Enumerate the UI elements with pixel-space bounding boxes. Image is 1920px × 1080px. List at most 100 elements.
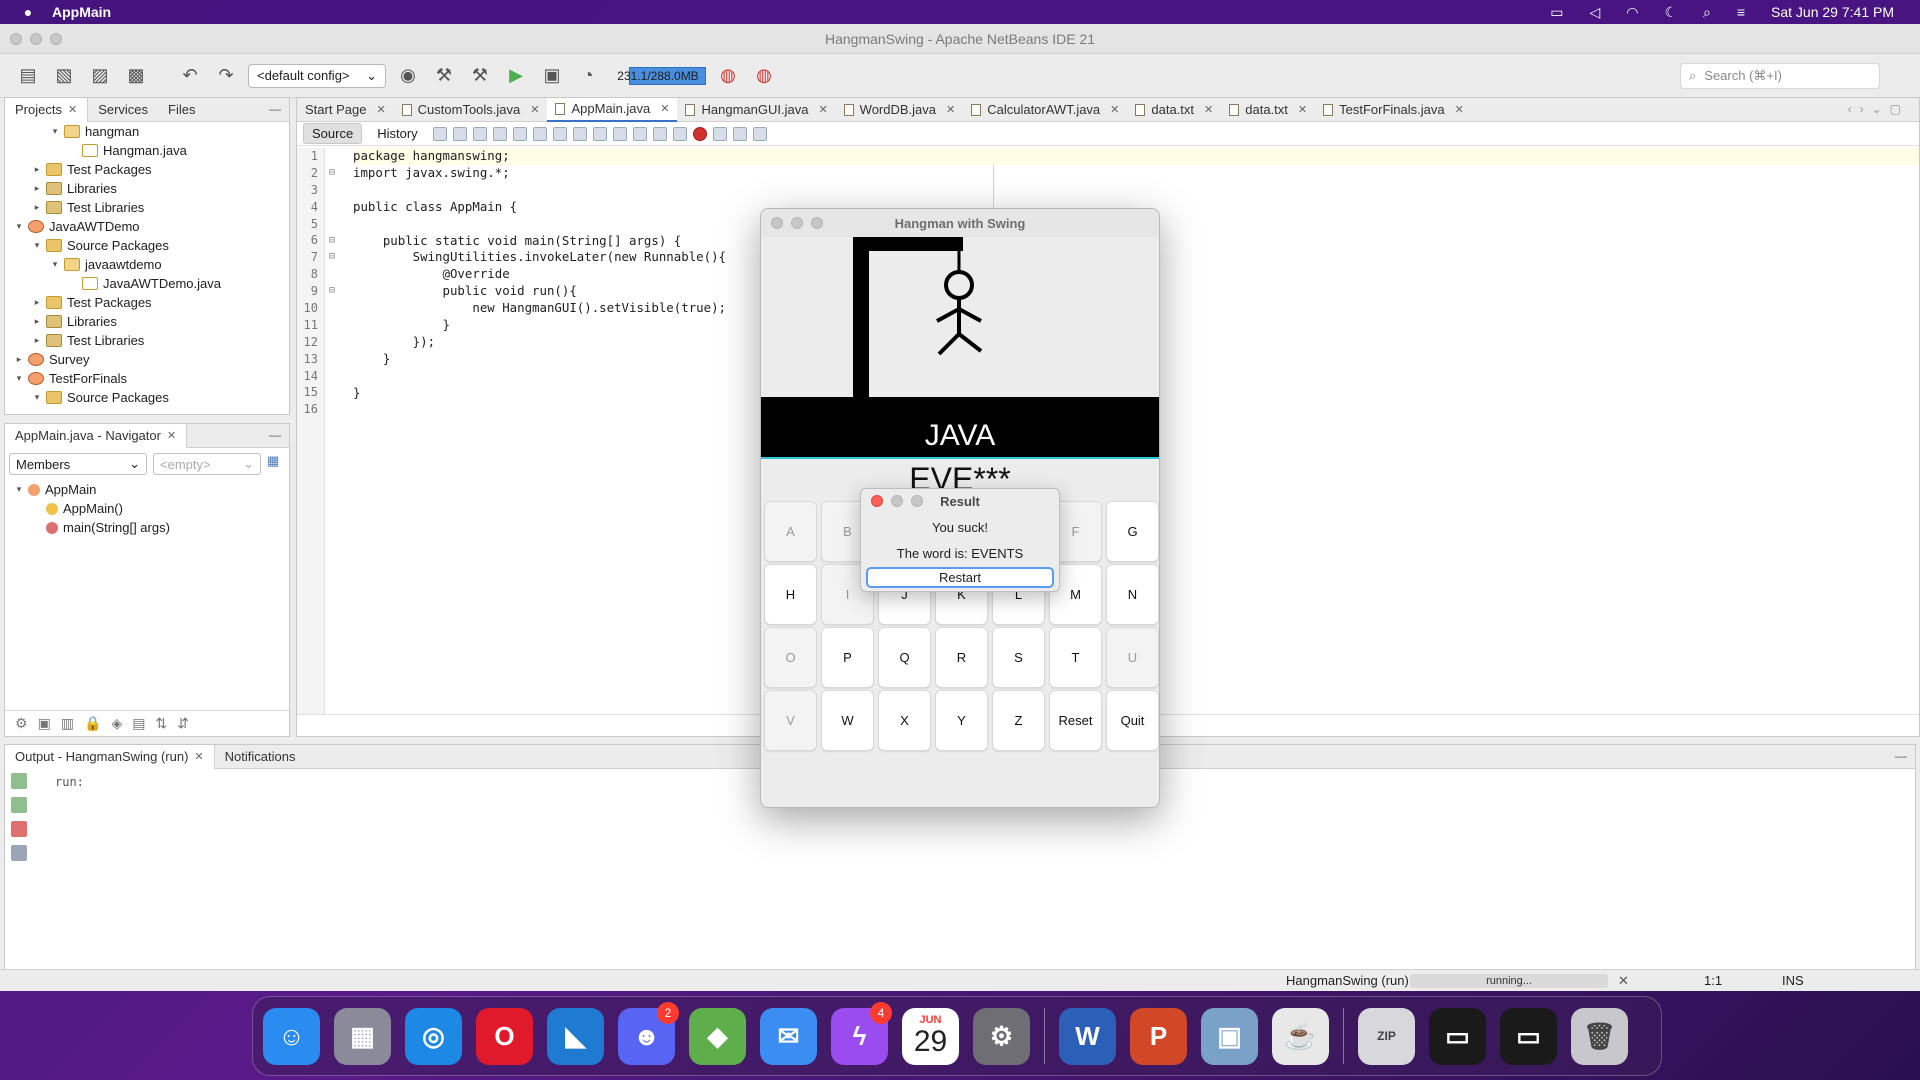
toggle-rect-select-icon[interactable] [572,126,587,141]
code-line[interactable]: } [353,317,450,334]
back-icon[interactable] [452,126,467,141]
dock-recent-window-1-icon[interactable]: ▭ [1429,1007,1486,1065]
close-tab-icon[interactable]: ✕ [530,103,539,116]
expand-toggle-icon[interactable]: ▾ [13,373,25,384]
fold-toggle-icon[interactable]: ⊟ [329,285,335,296]
tree-item[interactable]: ▸ Survey [5,350,289,369]
filter-combo[interactable]: <empty> ⌄ [153,453,261,475]
source-view-button[interactable]: Source [303,123,363,144]
uncomment-icon[interactable] [752,126,767,141]
members-combo[interactable]: Members ⌄ [9,453,147,475]
navigator-item[interactable]: AppMain() [5,499,289,518]
letter-key[interactable]: W [821,690,874,751]
expand-toggle-icon[interactable]: ▾ [31,240,43,251]
line-number[interactable]: 14 [297,368,324,385]
code-line[interactable]: SwingUtilities.invokeLater(new Runnable(… [353,249,726,266]
reset-button[interactable]: Reset [1049,690,1102,751]
minimize-icon[interactable]: — [269,428,281,442]
cancel-process-icon[interactable]: ✕ [1618,973,1629,989]
tab-projects[interactable]: Projects ✕ [5,97,89,122]
tab-navigation-icon[interactable]: ‹›⌄▢ [1848,102,1909,116]
expand-toggle-icon[interactable]: ▸ [31,164,43,175]
tab-files[interactable]: Files [158,98,205,122]
letter-key[interactable]: O [764,627,817,688]
letter-key[interactable]: Q [878,627,931,688]
line-number[interactable]: 1 [297,148,324,165]
letter-key[interactable]: V [764,690,817,751]
line-number[interactable]: 5 [297,216,324,233]
tree-item[interactable]: Hangman.java [5,141,289,160]
close-tab-icon[interactable]: ✕ [818,103,827,116]
letter-key[interactable]: H [764,564,817,625]
dock-netbeans-icon[interactable]: ◆ [689,1007,746,1065]
inner-classes-filter-icon[interactable]: ◈ [111,715,122,732]
expand-toggle-icon[interactable]: ▸ [31,202,43,213]
tree-item[interactable]: ▸ Test Libraries [5,331,289,350]
code-line[interactable]: new HangmanGUI().setVisible(true); [353,300,726,317]
comment-icon[interactable] [732,126,747,141]
profiler-snapshot-icon[interactable]: ◍ [750,62,778,90]
fold-toggle-icon[interactable]: ⊟ [329,167,335,178]
editor-tab[interactable]: data.txt ✕ [1127,98,1221,122]
dock-preview-icon[interactable]: ▣ [1201,1007,1258,1065]
expand-toggle-icon[interactable]: ▾ [31,392,43,403]
dock-powerpoint-icon[interactable]: P [1130,1007,1187,1065]
line-number[interactable]: 15 [297,384,324,401]
expand-toggle-icon[interactable]: ▾ [49,259,61,270]
line-number[interactable]: 8 [297,266,324,283]
search-icon[interactable]: ⌕ [1703,4,1711,21]
editor-tab[interactable]: CustomTools.java ✕ [394,98,548,122]
navigator-item[interactable]: ▾ AppMain [5,480,289,499]
dock-word-icon[interactable]: W [1059,1007,1116,1065]
editor-tab[interactable]: Start Page ✕ [297,98,394,122]
dock-trash-icon[interactable]: 🗑 [1571,1007,1628,1065]
dock-recent-window-2-icon[interactable]: ▭ [1500,1007,1557,1065]
close-tab-icon[interactable]: ✕ [1204,103,1213,116]
line-number[interactable]: 7 [297,249,324,266]
toggle-highlight-icon[interactable] [552,126,567,141]
inherited-filter-icon[interactable]: ⚙ [15,715,28,732]
navigator-settings-icon[interactable]: ▦ [267,453,279,475]
profile-icon[interactable]: ◔ [574,62,602,90]
tree-item[interactable]: ▾ JavaAWTDemo [5,217,289,236]
dock-vscode-icon[interactable]: ◣ [547,1007,604,1065]
last-edit-icon[interactable] [432,126,447,141]
globe-icon[interactable]: ◉ [394,62,422,90]
close-icon[interactable]: ✕ [194,750,203,763]
new-project-icon[interactable]: ▧ [50,62,78,90]
close-icon[interactable]: ✕ [167,429,176,442]
expand-toggle-icon[interactable]: ▸ [31,335,43,346]
line-number[interactable]: 10 [297,300,324,317]
letter-key[interactable]: N [1106,564,1159,625]
dock-launchpad-icon[interactable]: ▦ [334,1007,391,1065]
code-line[interactable]: }); [353,334,435,351]
static-filter-icon[interactable]: ▥ [61,715,74,732]
sort-source-icon[interactable]: ⇵ [177,715,189,732]
dock-finder-icon[interactable]: ☺ [263,1007,320,1065]
code-line[interactable]: @Override [353,266,510,283]
find-icon[interactable] [492,126,507,141]
moon-icon[interactable]: ☾ [1664,4,1677,21]
tree-item[interactable]: ▾ Source Packages [5,388,289,407]
previous-bookmark-icon[interactable] [592,126,607,141]
navigator-item[interactable]: main(String[] args) [5,518,289,537]
expand-toggle-icon[interactable]: ▸ [31,297,43,308]
fold-toggle-icon[interactable]: ⊟ [329,251,335,262]
tree-item[interactable]: JavaAWTDemo.java [5,274,289,293]
sort-name-icon[interactable]: ⇅ [155,715,167,732]
tree-item[interactable]: ▸ Libraries [5,312,289,331]
history-view-button[interactable]: History [368,123,426,144]
memory-indicator[interactable]: 231.1/288.0MB [610,65,706,87]
next-bookmark-icon[interactable] [612,126,627,141]
screen-mirroring-icon[interactable]: ▭ [1550,4,1563,21]
stop-icon[interactable] [11,821,27,837]
expand-toggle-icon[interactable]: ▾ [13,484,25,495]
line-number[interactable]: 13 [297,351,324,368]
close-tab-icon[interactable]: ✕ [1110,103,1119,116]
clock[interactable]: Sat Jun 29 7:41 PM [1771,4,1894,20]
editor-tab[interactable]: HangmanGUI.java ✕ [677,98,835,122]
rerun-icon[interactable] [11,773,27,789]
debug-icon[interactable]: ▣ [538,62,566,90]
letter-key[interactable]: P [821,627,874,688]
quit-button[interactable]: Quit [1106,690,1159,751]
